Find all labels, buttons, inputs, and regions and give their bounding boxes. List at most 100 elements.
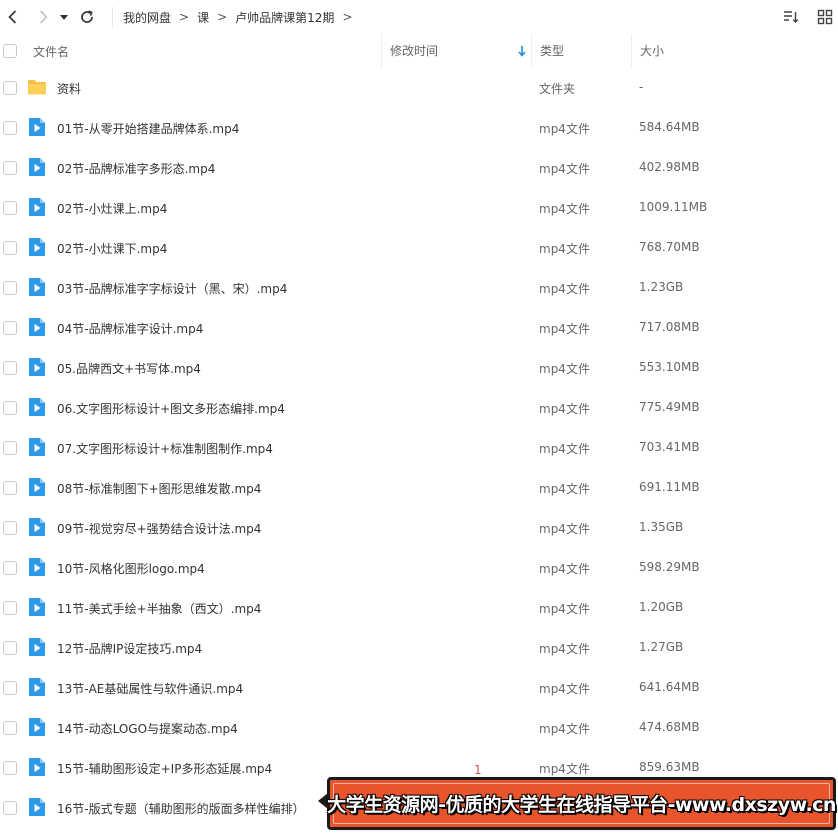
file-name[interactable]: 02节-小灶课上.mp4 xyxy=(57,200,167,217)
row-checkbox[interactable] xyxy=(3,201,17,215)
row-checkbox[interactable] xyxy=(3,441,17,455)
file-name[interactable]: 资料 xyxy=(57,80,81,97)
file-type: mp4文件 xyxy=(539,162,590,176)
column-name[interactable]: 文件名 xyxy=(33,43,69,60)
column-modified-time[interactable]: 修改时间 xyxy=(381,34,531,68)
file-name[interactable]: 06.文字图形标设计+图文多形态编排.mp4 xyxy=(57,400,285,417)
file-size: 703.41MB xyxy=(639,440,700,454)
toolbar: 我的网盘 > 课 > 卢帅品牌课第12期 > xyxy=(0,0,838,34)
video-file-icon xyxy=(27,117,47,137)
file-name[interactable]: 15节-辅助图形设定+IP多形态延展.mp4 xyxy=(57,760,272,777)
file-row[interactable]: 06.文字图形标设计+图文多形态编排.mp4 mp4文件 775.49MB xyxy=(0,388,838,428)
file-row[interactable]: 02节-小灶课上.mp4 mp4文件 1009.11MB xyxy=(0,188,838,228)
file-row[interactable]: 04节-品牌标准字设计.mp4 mp4文件 717.08MB xyxy=(0,308,838,348)
file-size: 553.10MB xyxy=(639,360,700,374)
file-row[interactable]: 09节-视觉穷尽+强势结合设计法.mp4 mp4文件 1.35GB xyxy=(0,508,838,548)
row-checkbox[interactable] xyxy=(3,81,17,95)
sort-list-icon xyxy=(784,11,799,24)
forward-button[interactable] xyxy=(30,4,56,30)
refresh-button[interactable] xyxy=(74,4,100,30)
file-name[interactable]: 11节-美式手绘+半抽象（西文）.mp4 xyxy=(57,600,261,617)
file-row[interactable]: 02节-小灶课下.mp4 mp4文件 768.70MB xyxy=(0,228,838,268)
row-checkbox[interactable] xyxy=(3,281,17,295)
row-checkbox[interactable] xyxy=(3,561,17,575)
file-row[interactable]: 12节-品牌IP设定技巧.mp4 mp4文件 1.27GB xyxy=(0,628,838,668)
file-name[interactable]: 03节-品牌标准字字标设计（黑、宋）.mp4 xyxy=(57,280,287,297)
file-row[interactable]: 13节-AE基础属性与软件通识.mp4 mp4文件 641.64MB xyxy=(0,668,838,708)
row-checkbox[interactable] xyxy=(3,681,17,695)
sort-button[interactable] xyxy=(778,4,804,30)
view-tools xyxy=(770,4,838,30)
file-size: 775.49MB xyxy=(639,400,700,414)
file-row[interactable]: 05.品牌西文+书写体.mp4 mp4文件 553.10MB xyxy=(0,348,838,388)
row-checkbox[interactable] xyxy=(3,601,17,615)
row-checkbox[interactable] xyxy=(3,721,17,735)
breadcrumb-separator: > xyxy=(342,10,353,24)
file-name[interactable]: 12节-品牌IP设定技巧.mp4 xyxy=(57,640,202,657)
file-name[interactable]: 16节-版式专题（辅助图形的版面多样性编排） xyxy=(57,800,305,817)
video-file-icon xyxy=(27,597,47,617)
red-mark: 1 xyxy=(474,763,482,777)
file-size: 859.63MB xyxy=(639,760,700,774)
file-type: mp4文件 xyxy=(539,562,590,576)
file-size: 1009.11MB xyxy=(639,200,708,214)
file-row[interactable]: 08节-标准制图下+图形思维发散.mp4 mp4文件 691.11MB xyxy=(0,468,838,508)
row-checkbox[interactable] xyxy=(3,521,17,535)
column-type[interactable]: 类型 xyxy=(531,34,631,68)
watermark-text: 大学生资源网-优质的大学生在线指导平台-www.dxszyw.cn xyxy=(327,794,836,816)
file-size: 641.64MB xyxy=(639,680,700,694)
breadcrumb-item-course[interactable]: 课 xyxy=(197,9,209,26)
file-type: mp4文件 xyxy=(539,282,590,296)
back-button[interactable] xyxy=(0,4,26,30)
row-checkbox[interactable] xyxy=(3,361,17,375)
column-size[interactable]: 大小 xyxy=(631,34,838,68)
video-file-icon xyxy=(27,637,47,657)
row-checkbox[interactable] xyxy=(3,481,17,495)
history-dropdown-button[interactable] xyxy=(56,4,72,30)
file-row[interactable]: 03节-品牌标准字字标设计（黑、宋）.mp4 mp4文件 1.23GB xyxy=(0,268,838,308)
file-name[interactable]: 08节-标准制图下+图形思维发散.mp4 xyxy=(57,480,261,497)
file-name[interactable]: 09节-视觉穷尽+强势结合设计法.mp4 xyxy=(57,520,261,537)
file-name[interactable]: 13节-AE基础属性与软件通识.mp4 xyxy=(57,680,243,697)
file-row[interactable]: 02节-品牌标准字多形态.mp4 mp4文件 402.98MB xyxy=(0,148,838,188)
file-name[interactable]: 01节-从零开始搭建品牌体系.mp4 xyxy=(57,120,239,137)
chevron-left-icon xyxy=(8,10,17,24)
row-checkbox[interactable] xyxy=(3,161,17,175)
file-name[interactable]: 14节-动态LOGO与提案动态.mp4 xyxy=(57,720,238,737)
file-size: 1.23GB xyxy=(639,280,684,294)
file-type: mp4文件 xyxy=(539,442,590,456)
file-type: mp4文件 xyxy=(539,642,590,656)
file-row[interactable]: 资料 文件夹 - xyxy=(0,68,838,108)
file-name[interactable]: 07.文字图形标设计+标准制图制作.mp4 xyxy=(57,440,273,457)
caret-down-icon xyxy=(60,15,68,20)
file-row[interactable]: 11节-美式手绘+半抽象（西文）.mp4 mp4文件 1.20GB xyxy=(0,588,838,628)
file-size: 584.64MB xyxy=(639,120,700,134)
video-file-icon xyxy=(27,157,47,177)
file-name[interactable]: 02节-品牌标准字多形态.mp4 xyxy=(57,160,215,177)
row-checkbox[interactable] xyxy=(3,801,17,815)
breadcrumb-item-current[interactable]: 卢帅品牌课第12期 xyxy=(235,9,334,26)
row-checkbox[interactable] xyxy=(3,321,17,335)
file-name[interactable]: 04节-品牌标准字设计.mp4 xyxy=(57,320,203,337)
file-name[interactable]: 02节-小灶课下.mp4 xyxy=(57,240,167,257)
row-checkbox[interactable] xyxy=(3,401,17,415)
row-checkbox[interactable] xyxy=(3,121,17,135)
file-row[interactable]: 10节-风格化图形logo.mp4 mp4文件 598.29MB xyxy=(0,548,838,588)
select-all-checkbox[interactable] xyxy=(3,44,17,58)
row-checkbox[interactable] xyxy=(3,241,17,255)
file-row[interactable]: 07.文字图形标设计+标准制图制作.mp4 mp4文件 703.41MB xyxy=(0,428,838,468)
file-name[interactable]: 05.品牌西文+书写体.mp4 xyxy=(57,360,201,377)
video-file-icon xyxy=(27,397,47,417)
file-name[interactable]: 10节-风格化图形logo.mp4 xyxy=(57,560,205,577)
file-row[interactable]: 01节-从零开始搭建品牌体系.mp4 mp4文件 584.64MB xyxy=(0,108,838,148)
file-size: 598.29MB xyxy=(639,560,700,574)
grid-view-icon xyxy=(817,9,833,25)
breadcrumb-item-root[interactable]: 我的网盘 xyxy=(123,9,171,26)
row-checkbox[interactable] xyxy=(3,641,17,655)
row-checkbox[interactable] xyxy=(3,761,17,775)
view-mode-button[interactable] xyxy=(812,4,838,30)
breadcrumb: 我的网盘 > 课 > 卢帅品牌课第12期 > xyxy=(112,7,361,27)
video-file-icon xyxy=(27,317,47,337)
file-size: 768.70MB xyxy=(639,240,700,254)
file-row[interactable]: 14节-动态LOGO与提案动态.mp4 mp4文件 474.68MB xyxy=(0,708,838,748)
